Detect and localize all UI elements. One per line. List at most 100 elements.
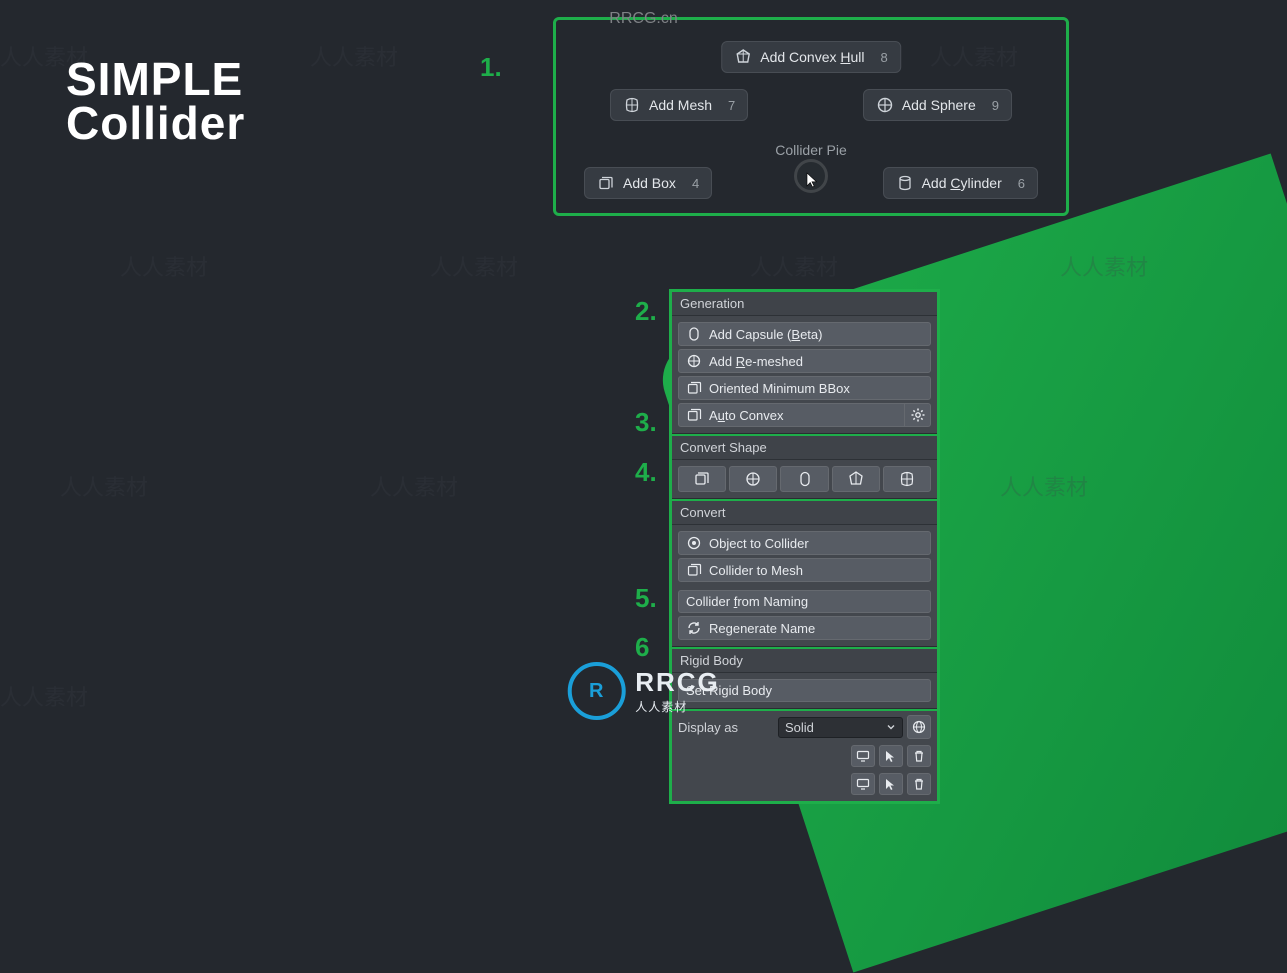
pie-add-sphere-button[interactable]: Add Sphere 9 [863, 89, 1012, 121]
mesh-icon [898, 470, 916, 488]
pie-add-cylinder-button[interactable]: Add Cylinder 6 [883, 167, 1038, 199]
display-globe-button[interactable] [907, 715, 931, 739]
shape-mesh-button[interactable] [883, 466, 931, 492]
sphere-icon [744, 470, 762, 488]
cylinder-icon [896, 174, 914, 192]
cursor-icon [884, 749, 898, 763]
regenerate-name-button[interactable]: Regenerate Name [678, 616, 931, 640]
convert-header: Convert [672, 501, 937, 525]
select-1-button[interactable] [879, 745, 903, 767]
label-number-2: 2. [635, 296, 657, 327]
button-label: Add Capsule (Beta) [709, 327, 822, 342]
pie-button-label: Add Cylinder [922, 175, 1002, 191]
convex-hull-icon [847, 470, 865, 488]
pie-shortcut: 8 [881, 50, 888, 65]
delete-2-button[interactable] [907, 773, 931, 795]
pie-shortcut: 4 [692, 176, 699, 191]
pie-button-label: Add Mesh [649, 97, 712, 113]
oriented-bbox-button[interactable]: Oriented Minimum BBox [678, 376, 931, 400]
shape-convex-button[interactable] [832, 466, 880, 492]
pie-shortcut: 9 [992, 98, 999, 113]
label-number-1: 1. [480, 52, 502, 83]
label-number-4: 4. [635, 457, 657, 488]
box-icon [686, 562, 702, 578]
add-remeshed-button[interactable]: Add Re-meshed [678, 349, 931, 373]
delete-1-button[interactable] [907, 745, 931, 767]
button-label: Object to Collider [709, 536, 809, 551]
button-label: Collider to Mesh [709, 563, 803, 578]
logo: SIMPLE Collider [66, 58, 245, 145]
capsule-icon [686, 326, 702, 342]
pie-button-label: Add Box [623, 175, 676, 191]
globe-icon [911, 719, 927, 735]
bottom-watermark: R RRCG 人人素材 [567, 662, 720, 720]
faint-watermark: 人人素材 [750, 250, 838, 282]
pie-button-label: Add Sphere [902, 97, 976, 113]
faint-watermark: 人人素材 [60, 470, 148, 502]
object-to-collider-button[interactable]: Object to Collider [678, 531, 931, 555]
convert-shape-header: Convert Shape [672, 436, 937, 460]
toggle-visibility-2-button[interactable] [851, 773, 875, 795]
watermark-circle-letter: R [589, 680, 603, 703]
shape-sphere-button[interactable] [729, 466, 777, 492]
faint-watermark: 人人素材 [370, 470, 458, 502]
monitor-icon [856, 749, 870, 763]
display-as-select[interactable]: Solid [778, 717, 903, 738]
remesh-icon [686, 353, 702, 369]
label-number-6: 6 [635, 632, 649, 663]
select-2-button[interactable] [879, 773, 903, 795]
gear-icon [910, 407, 926, 423]
cursor-icon [884, 777, 898, 791]
cursor-icon [806, 172, 820, 188]
button-label: Collider from Naming [686, 594, 808, 609]
convex-hull-icon [734, 48, 752, 66]
pie-add-mesh-button[interactable]: Add Mesh 7 [610, 89, 748, 121]
pie-menu-container: Collider Pie Add Convex Hull 8 Add Mesh … [553, 17, 1069, 216]
auto-convex-button[interactable]: Auto Convex [678, 403, 905, 427]
logo-line2: Collider [66, 102, 245, 146]
auto-convex-settings-button[interactable] [905, 403, 931, 427]
toggle-visibility-1-button[interactable] [851, 745, 875, 767]
box-icon [686, 380, 702, 396]
label-number-3: 3. [635, 407, 657, 438]
pie-shortcut: 6 [1018, 176, 1025, 191]
trash-icon [912, 777, 926, 791]
watermark-small-text: 人人素材 [635, 698, 720, 715]
pie-button-label: Add Convex Hull [760, 49, 864, 65]
pie-add-convex-hull-button[interactable]: Add Convex Hull 8 [721, 41, 901, 73]
refresh-icon [686, 620, 702, 636]
trash-icon [912, 749, 926, 763]
shape-capsule-button[interactable] [780, 466, 828, 492]
faint-watermark: 人人素材 [310, 40, 398, 72]
capsule-icon [796, 470, 814, 488]
collider-from-naming-button[interactable]: Collider from Naming [678, 590, 931, 613]
add-capsule-button[interactable]: Add Capsule (Beta) [678, 322, 931, 346]
select-value: Solid [785, 720, 814, 735]
label-number-5: 5. [635, 583, 657, 614]
button-label: Add Re-meshed [709, 354, 803, 369]
pie-add-box-button[interactable]: Add Box 4 [584, 167, 712, 199]
button-label: Regenerate Name [709, 621, 815, 636]
watermark-big-text: RRCG [635, 667, 720, 698]
faint-watermark: 人人素材 [0, 680, 88, 712]
settings-panel: Generation Add Capsule (Beta) Add Re-mes… [669, 289, 940, 804]
box-icon [597, 174, 615, 192]
sphere-icon [876, 96, 894, 114]
chevron-down-icon [886, 722, 896, 732]
button-label: Auto Convex [709, 408, 783, 423]
generation-header: Generation [672, 292, 937, 316]
faint-watermark: 人人素材 [120, 250, 208, 282]
faint-watermark: 人人素材 [430, 250, 518, 282]
watermark-circle: R [567, 662, 625, 720]
top-watermark: RRCG.cn [609, 10, 677, 28]
box-icon [686, 407, 702, 423]
logo-line1: SIMPLE [66, 58, 245, 102]
target-icon [686, 535, 702, 551]
pie-shortcut: 7 [728, 98, 735, 113]
monitor-icon [856, 777, 870, 791]
shape-box-button[interactable] [678, 466, 726, 492]
display-as-label: Display as [678, 720, 774, 735]
collider-to-mesh-button[interactable]: Collider to Mesh [678, 558, 931, 582]
pie-menu-title: Collider Pie [775, 142, 847, 158]
mesh-icon [623, 96, 641, 114]
